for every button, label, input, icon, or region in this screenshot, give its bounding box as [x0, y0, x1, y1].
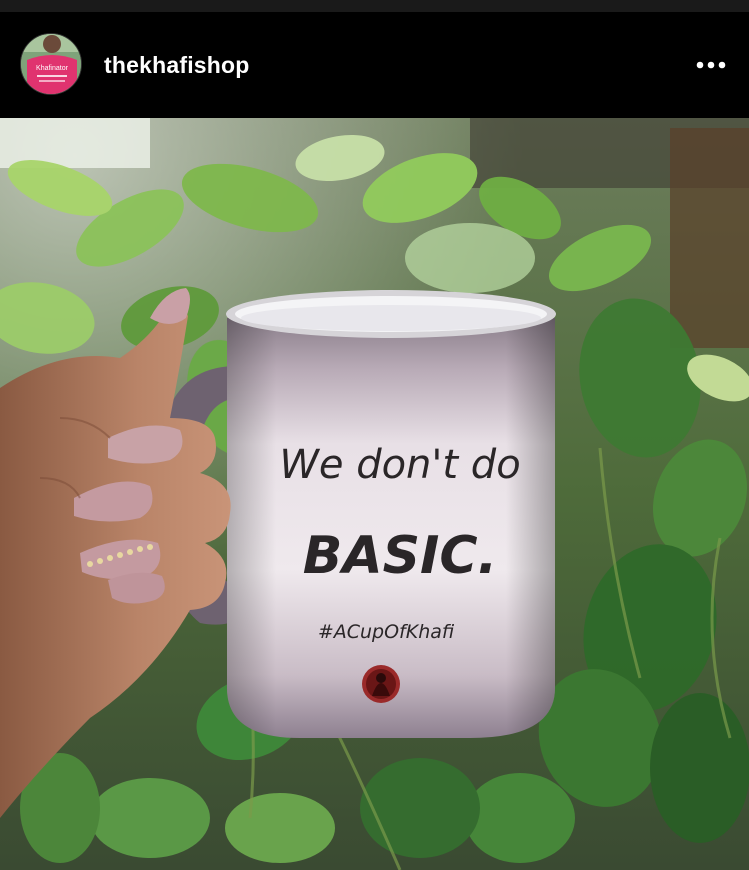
- instagram-post: Khafinator thekhafishop We don't do BASI…: [0, 0, 749, 870]
- top-bar: [0, 0, 749, 12]
- avatar[interactable]: Khafinator: [20, 33, 82, 95]
- username[interactable]: thekhafishop: [104, 52, 250, 79]
- avatar-shirt-text: Khafinator: [36, 65, 69, 72]
- mug-line-1: We don't do: [279, 442, 520, 488]
- mug-line-2: BASIC.: [303, 526, 498, 586]
- post-photo[interactable]: We don't do BASIC. #ACupOfKhafi: [0, 118, 749, 870]
- mug-hashtag: #ACupOfKhafi: [318, 621, 455, 643]
- post-header: Khafinator thekhafishop: [0, 12, 749, 118]
- more-horizontal-icon: [696, 61, 726, 69]
- mug-photo-illustration: We don't do BASIC. #ACupOfKhafi: [0, 118, 749, 870]
- more-options-button[interactable]: [691, 48, 731, 82]
